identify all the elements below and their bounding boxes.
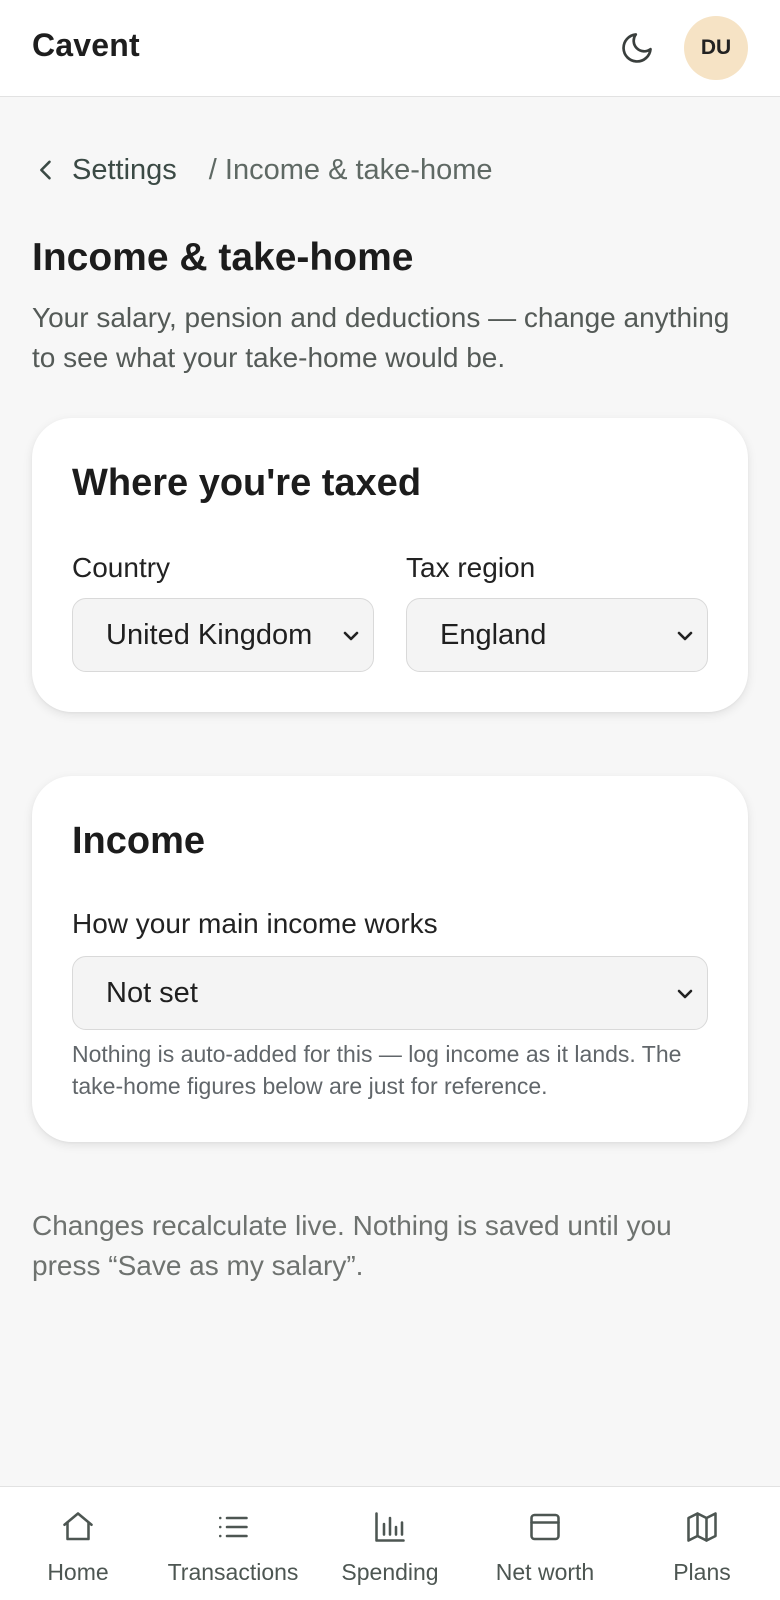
nav-label-net-worth: Net worth: [495, 1559, 595, 1585]
page-title: Income & take-home: [32, 236, 414, 279]
avatar[interactable]: DU: [684, 16, 748, 80]
nav-label-transactions: Transactions: [167, 1559, 299, 1585]
bottom-nav: Home Transactions Spending Net worth Pla…: [0, 1486, 780, 1600]
tax-region-select[interactable]: England: [406, 598, 708, 672]
breadcrumb: Settings / Income & take-home: [32, 150, 492, 190]
nav-item-home[interactable]: Home: [28, 1487, 128, 1600]
home-icon: [63, 1512, 93, 1541]
nav-item-plans[interactable]: Plans: [652, 1487, 752, 1600]
country-select-value: United Kingdom: [106, 619, 313, 651]
tax-location-card: Where you're taxed Country United Kingdo…: [32, 418, 748, 712]
country-label: Country: [72, 552, 171, 583]
theme-toggle-button[interactable]: [617, 28, 657, 68]
nav-label-home: Home: [47, 1559, 109, 1585]
income-helper-text: Nothing is auto-added for this — log inc…: [72, 1041, 682, 1099]
map-icon: [687, 1512, 717, 1542]
nav-item-spending[interactable]: Spending: [330, 1487, 450, 1600]
nav-item-net-worth[interactable]: Net worth: [480, 1487, 610, 1600]
top-bar: Cavent DU: [0, 0, 780, 97]
page-subtitle: Your salary, pension and deductions — ch…: [32, 302, 730, 373]
income-card: Income How your main income works Not se…: [32, 776, 748, 1142]
breadcrumb-current: / Income & take-home: [208, 153, 493, 186]
chevron-down-icon: [677, 631, 693, 641]
nav-label-spending: Spending: [341, 1559, 439, 1585]
moon-icon: [622, 33, 652, 63]
income-mode-select[interactable]: Not set: [72, 956, 708, 1030]
recalculate-note: Changes recalculate live. Nothing is sav…: [32, 1210, 672, 1281]
chevron-down-icon: [343, 631, 359, 641]
nav-item-transactions[interactable]: Transactions: [158, 1487, 308, 1600]
app-brand[interactable]: Cavent: [32, 27, 140, 64]
breadcrumb-back-label: Settings: [72, 153, 177, 186]
list-icon: [218, 1516, 248, 1538]
nav-label-plans: Plans: [673, 1559, 731, 1585]
bar-chart-icon: [375, 1512, 405, 1542]
tax-region-select-value: England: [440, 619, 547, 651]
tax-region-label: Tax region: [406, 552, 536, 583]
income-mode-label: How your main income works: [72, 908, 438, 939]
country-select[interactable]: United Kingdom: [72, 598, 374, 672]
back-to-settings-link[interactable]: Settings: [32, 154, 177, 187]
chevron-down-icon: [677, 989, 693, 999]
wallet-icon: [530, 1513, 560, 1541]
income-mode-select-value: Not set: [106, 977, 198, 1009]
chevron-left-icon: [40, 160, 51, 180]
tax-card-title: Where you're taxed: [72, 462, 422, 504]
income-card-title: Income: [72, 820, 206, 862]
